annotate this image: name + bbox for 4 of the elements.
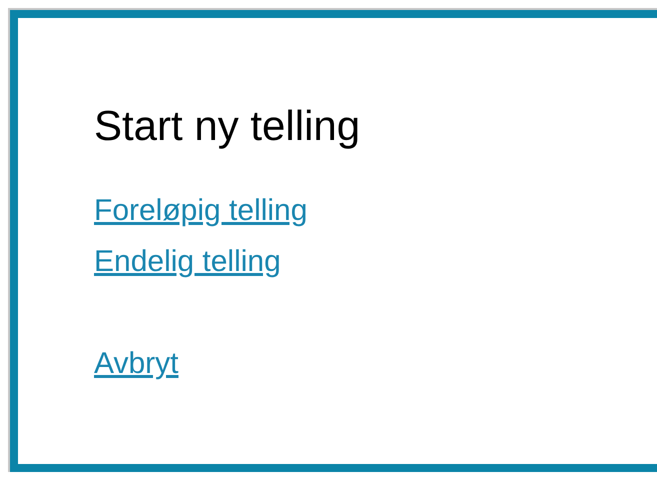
option-link[interactable]: Endelig telling: [94, 244, 281, 279]
option-link[interactable]: Foreløpig telling: [94, 193, 308, 228]
dialog-title: Start ny telling: [94, 102, 360, 150]
cancel-link[interactable]: Avbryt: [94, 346, 178, 381]
